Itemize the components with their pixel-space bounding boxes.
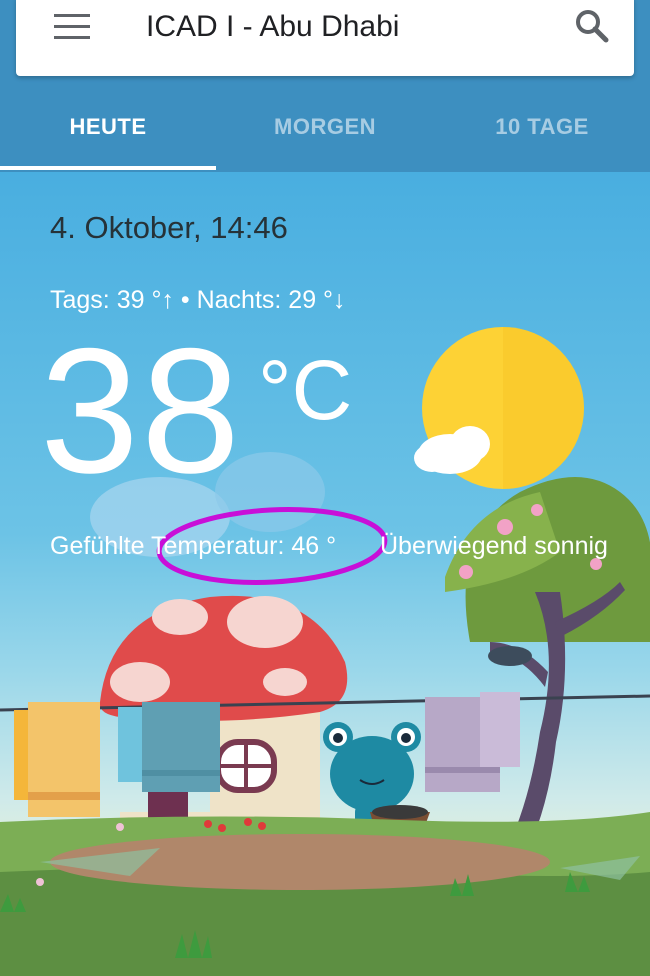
date-time: 4. Oktober, 14:46 <box>50 210 288 245</box>
weather-condition: Überwiegend sonnig <box>380 532 608 560</box>
search-card[interactable]: ICAD I - Abu Dhabi <box>16 0 634 76</box>
tab-heute[interactable]: HEUTE <box>0 114 216 140</box>
tab-morgen[interactable]: MORGEN <box>217 114 433 140</box>
weather-panel: 4. Oktober, 14:46 Tags: 39 °↑ • Nachts: … <box>0 172 650 976</box>
tab-10-tage[interactable]: 10 TAGE <box>434 114 650 140</box>
active-tab-indicator <box>0 166 216 170</box>
app-bar: ICAD I - Abu Dhabi HEUTE MORGEN 10 TAGE <box>0 0 650 172</box>
current-temperature: 38 <box>40 311 242 510</box>
feels-like-temperature: Gefühlte Temperatur: 46 ° <box>50 532 337 560</box>
search-icon[interactable] <box>572 6 612 46</box>
location-title[interactable]: ICAD I - Abu Dhabi <box>146 10 399 44</box>
hamburger-menu-icon[interactable] <box>54 14 90 40</box>
tab-bar: HEUTE MORGEN 10 TAGE <box>0 96 650 172</box>
temperature-unit[interactable]: °C <box>258 348 352 432</box>
